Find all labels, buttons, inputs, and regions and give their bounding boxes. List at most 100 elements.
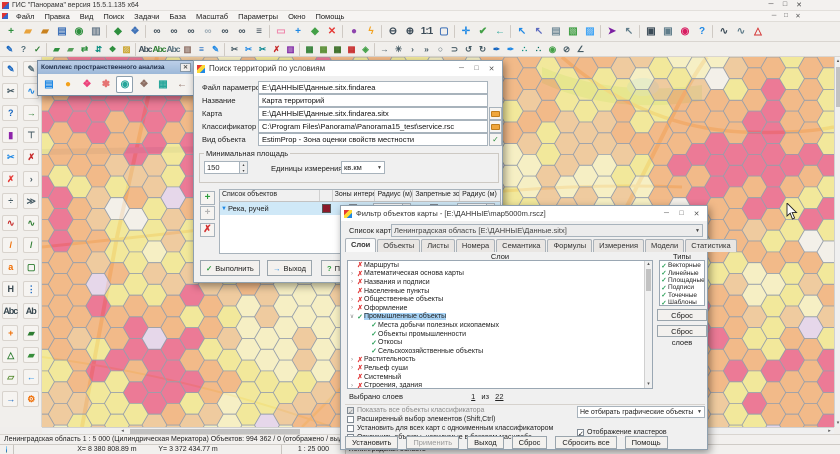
layer-tree-item[interactable]: ✓ Объекты промышленности bbox=[348, 330, 652, 339]
toolbar-icon[interactable] bbox=[374, 43, 375, 56]
edit-accept-icon[interactable]: ✓ bbox=[30, 43, 44, 56]
print-setup-icon[interactable]: ▣ bbox=[659, 23, 676, 40]
next-point2-icon[interactable]: » bbox=[419, 43, 433, 56]
menu-item[interactable]: Правка bbox=[39, 12, 74, 21]
minimize-button[interactable]: ─ bbox=[764, 1, 778, 9]
zoom-in-icon[interactable]: ⊕ bbox=[401, 23, 418, 40]
green-object-icon[interactable]: ▰ bbox=[23, 325, 39, 341]
maximize-button[interactable]: □ bbox=[778, 1, 792, 9]
dialog-title-bar[interactable]: Поиск территорий по условиям ─ □ ✕ bbox=[194, 61, 502, 76]
layer-tree-item[interactable]: ✗ Системный bbox=[348, 373, 652, 382]
layer-tree-item[interactable]: › ✗ Строения, здания bbox=[348, 381, 652, 389]
layer-state-icon[interactable]: ✓ bbox=[370, 321, 378, 329]
classifier-input[interactable]: C:\Program Files\Panorama\Panorama15_tes… bbox=[258, 120, 488, 133]
layer-state-icon[interactable]: ✓ bbox=[370, 347, 378, 355]
smooth-spline-icon[interactable]: ✒ bbox=[489, 43, 503, 56]
dialog-maximize-button[interactable]: □ bbox=[674, 210, 689, 218]
min-area-spinner[interactable]: 150 ▴▾ bbox=[204, 161, 248, 174]
units-select[interactable]: кв.км ▼ bbox=[341, 161, 385, 174]
fit-extent-icon[interactable]: ▢ bbox=[435, 23, 452, 40]
toolbar-icon[interactable] bbox=[639, 25, 640, 38]
zone-cards-icon[interactable]: ▦ bbox=[154, 76, 171, 93]
filter-tab[interactable]: Листы bbox=[421, 239, 455, 252]
layer-tree-item[interactable]: › ✗ Рельеф суши bbox=[348, 364, 652, 373]
diameter-icon[interactable]: ⊘ bbox=[559, 43, 573, 56]
edit-query-icon[interactable]: ? bbox=[16, 43, 30, 56]
layer-state-icon[interactable]: ✓ bbox=[356, 313, 364, 321]
menu-item[interactable]: Окно bbox=[283, 12, 310, 21]
layer-state-icon[interactable]: ✓ bbox=[370, 330, 378, 338]
pie-chart-icon[interactable]: ● bbox=[59, 76, 76, 93]
red-spline-icon[interactable]: ∿ bbox=[2, 215, 18, 231]
select-cancel-icon[interactable]: ✕ bbox=[323, 23, 340, 40]
map-input[interactable]: E:\ДАННЫЕ\Данные.sitx.findarea.sitx bbox=[258, 107, 488, 120]
new-map-icon[interactable]: + bbox=[2, 23, 19, 40]
smooth-side-icon[interactable]: ▱ bbox=[2, 369, 18, 385]
paint-fill-icon[interactable]: ▮ bbox=[2, 127, 18, 143]
create-object-icon[interactable]: ▰ bbox=[49, 43, 63, 56]
match-nodes2-icon[interactable]: ∴ bbox=[531, 43, 545, 56]
object-card-icon[interactable]: ▤ bbox=[547, 23, 564, 40]
child-minimize-button[interactable]: ─ bbox=[768, 12, 780, 20]
find-by-name-icon[interactable]: ∞ bbox=[165, 23, 182, 40]
pan-map-icon[interactable]: ✛ bbox=[457, 23, 474, 40]
toolbar-icon[interactable] bbox=[342, 25, 343, 38]
layer-tree-item[interactable]: ✓ Откосы bbox=[348, 338, 652, 347]
filter-tab[interactable]: Объекты bbox=[377, 239, 420, 252]
sphere-3d-icon[interactable]: ● bbox=[345, 23, 362, 40]
layer-state-icon[interactable]: ✗ bbox=[356, 356, 364, 364]
layer-tree-item[interactable]: › ✗ Названия и подписи bbox=[348, 278, 652, 287]
layer-tree-item[interactable]: ✓ Места добычи полезных ископаемых bbox=[348, 321, 652, 330]
menu-item[interactable]: Вид bbox=[75, 12, 99, 21]
layer-tree-item[interactable]: › ✗ Математическая основа карты bbox=[348, 270, 652, 279]
cut-metric-icon[interactable]: ✂ bbox=[2, 149, 18, 165]
split-object-icon[interactable]: ⇵ bbox=[91, 43, 105, 56]
circle-object-icon[interactable]: ○ bbox=[433, 43, 447, 56]
delete-object-button[interactable]: ✗ bbox=[200, 223, 215, 237]
confirm-icon[interactable]: ✔ bbox=[474, 23, 491, 40]
filter-tab[interactable]: Формулы bbox=[547, 239, 592, 252]
filter-tab[interactable]: Номера bbox=[456, 239, 495, 252]
fragment-select-icon[interactable]: ▦ bbox=[302, 43, 316, 56]
expander-icon[interactable]: › bbox=[348, 297, 356, 303]
move-green-icon[interactable]: → bbox=[23, 105, 39, 121]
cut-line-icon[interactable]: ✂ bbox=[255, 43, 269, 56]
spline-measure-icon[interactable]: ∿ bbox=[715, 23, 732, 40]
cut-object-icon[interactable]: ✂ bbox=[241, 43, 255, 56]
open-recent-icon[interactable]: ▰ bbox=[36, 23, 53, 40]
exit-button[interactable]: → Выход bbox=[267, 260, 312, 276]
cluster-analysis-icon[interactable]: ❖ bbox=[78, 76, 95, 93]
menu-item[interactable]: Масштаб bbox=[191, 12, 233, 21]
dialog-title-bar[interactable]: Фильтр объектов карты - [E:\ДАННЫЕ\map50… bbox=[341, 206, 707, 221]
create-group-icon[interactable]: ▰ bbox=[63, 43, 77, 56]
scale-1-1-icon[interactable]: 1:1 bbox=[418, 23, 435, 40]
child-restore-button[interactable]: □ bbox=[780, 12, 792, 20]
layer-state-icon[interactable]: ✗ bbox=[356, 287, 364, 295]
filter-dialog-button[interactable]: Сброс bbox=[512, 436, 548, 449]
filter-tab[interactable]: Статистика bbox=[685, 239, 736, 252]
layer-state-icon[interactable]: ✗ bbox=[356, 270, 364, 278]
route-measure-icon[interactable]: ➤ bbox=[603, 23, 620, 40]
rotate-area-icon[interactable]: ◈ bbox=[358, 43, 372, 56]
select-add-icon[interactable]: + bbox=[289, 23, 306, 40]
undo-arrow-icon[interactable]: ← bbox=[23, 369, 39, 385]
option-checkbox[interactable] bbox=[347, 407, 354, 414]
select-object-kind-button[interactable]: ✓ bbox=[489, 133, 502, 146]
expander-icon[interactable]: › bbox=[348, 357, 356, 363]
scroll-down-icon[interactable]: ▾ bbox=[835, 419, 840, 427]
filter-option[interactable]: Показать все объекты классификатора bbox=[347, 406, 577, 415]
param-file-input[interactable]: E:\ДАННЫЕ\Данные.sitx.findarea bbox=[258, 81, 488, 94]
layer-tree[interactable]: ✗ Маршруты › ✗ Математическая основа кар… bbox=[347, 260, 653, 389]
layer-tree-item[interactable]: ✗ Маршруты bbox=[348, 261, 652, 270]
abc-side-icon[interactable]: Abc bbox=[2, 303, 18, 319]
toolbox-title-bar[interactable]: Комплекс пространственного анализа ✕ bbox=[38, 61, 194, 74]
object-log-icon[interactable]: ≡ bbox=[194, 43, 208, 56]
polygon-measure-icon[interactable]: △ bbox=[749, 23, 766, 40]
toolbar-icon[interactable] bbox=[224, 43, 225, 56]
toolbox-close-button[interactable]: ✕ bbox=[180, 63, 191, 72]
layer-state-icon[interactable]: ✗ bbox=[356, 382, 364, 389]
expander-icon[interactable]: › bbox=[348, 279, 356, 285]
find-area-icon[interactable]: ∞ bbox=[216, 23, 233, 40]
filter-dialog-button[interactable]: Сбросить все bbox=[555, 436, 616, 449]
edit-pencil-side-icon[interactable]: ✎ bbox=[2, 61, 18, 77]
